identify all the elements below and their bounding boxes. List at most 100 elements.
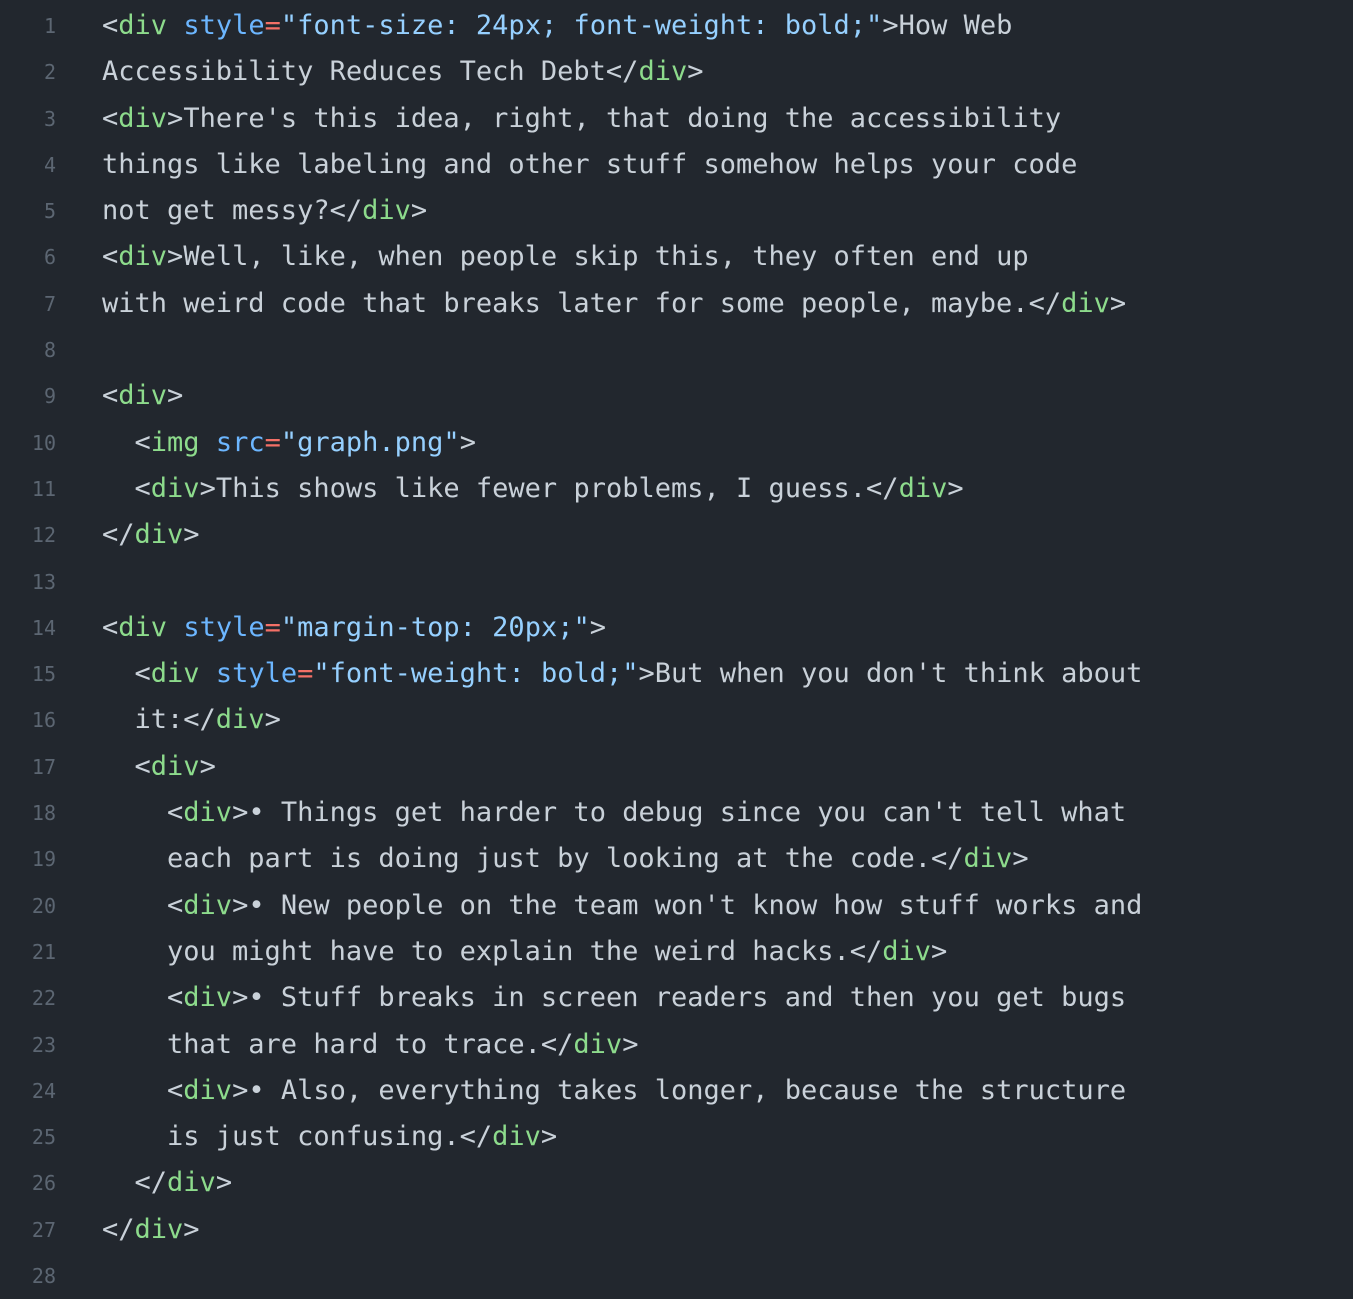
code-token: div [118,380,168,412]
code-line[interactable]: 23 that are hard to trace.</div> [0,1022,1353,1068]
code-token: > [215,1167,233,1199]
code-token: > [540,1121,558,1153]
code-token: < [102,750,151,782]
code-token: > [687,56,704,88]
code-token: < [102,1074,184,1106]
code-token: "margin-top: 20px;" [280,611,590,643]
code-editor[interactable]: 1 <div style="font-size: 24px; font-weigh… [0,0,1353,1297]
code-token: div [150,750,200,782]
line-code: <div>• Stuff breaks in screen readers an… [102,975,1126,1021]
code-token: </ [849,935,883,967]
code-token: > [232,797,249,829]
code-token: div [492,1121,541,1153]
code-token: Well, like, when people skip this, they … [183,241,1029,273]
code-line[interactable]: 11 <div>This shows like fewer problems, … [0,466,1353,512]
code-token: div [134,519,184,551]
line-number: 12 [31,523,56,548]
code-line[interactable]: 21 you might have to explain the weird h… [0,929,1353,975]
line-code: <div>• New people on the team won't know… [102,883,1142,929]
code-token: div [150,472,200,504]
line-number: 22 [31,986,56,1011]
code-token: >How Web [882,10,1013,41]
code-token: div [1061,287,1110,319]
code-line[interactable]: 3 <div>There's this idea, right, that doi… [0,96,1353,142]
code-token: Accessibility Reduces Tech Debt [102,56,606,88]
code-token: < [102,102,119,134]
code-token: > [183,519,200,551]
line-code: <div style="margin-top: 20px;"> [102,605,606,651]
code-token: div [638,56,688,88]
code-token: div [882,935,932,967]
code-token: "font-weight: bold;" [313,658,639,690]
code-line[interactable]: 15 <div style="font-weight: bold;">But w… [0,651,1353,697]
code-line[interactable]: 5 not get messy?</div> [0,188,1353,234]
code-token: > [410,195,428,227]
code-token: div [963,843,1013,875]
code-line[interactable]: 24 <div>• Also, everything takes longer,… [0,1068,1353,1114]
code-token: > [589,611,606,643]
code-line[interactable]: 19 each part is doing just by looking at… [0,836,1353,882]
code-token: < [102,889,184,921]
code-line[interactable]: 7 with weird code that breaks later for s… [0,281,1353,327]
code-token: div [183,889,233,921]
line-code: <div> [102,744,216,790]
line-code: is just confusing.</div> [102,1114,557,1160]
line-number: 27 [31,1217,56,1242]
code-line[interactable]: 2 Accessibility Reduces Tech Debt</div> [0,49,1353,95]
code-line[interactable]: 9 <div> [0,373,1353,419]
line-number: 20 [31,893,56,918]
code-line[interactable]: 8 [0,327,1353,373]
code-token: src [215,426,265,458]
code-token: </ [540,1028,574,1060]
line-code: with weird code that breaks later for so… [102,281,1126,327]
line-code: <div>There's this idea, right, that doin… [102,96,1061,142]
code-line[interactable]: 4 things like labeling and other stuff so… [0,142,1353,188]
code-token: > [232,982,249,1014]
line-number: 9 [43,384,56,409]
code-line[interactable]: 10 <img src="graph.png"> [0,420,1353,466]
code-token: div [183,1074,233,1106]
code-token: div [183,797,233,829]
line-code: </div> [102,1160,233,1206]
code-line[interactable]: 27 </div> [0,1207,1353,1253]
code-line[interactable]: 1 <div style="font-size: 24px; font-weigh… [0,3,1353,49]
code-token: div [118,10,168,41]
line-number: 18 [31,801,56,826]
code-line[interactable]: 14 <div style="margin-top: 20px;"> [0,605,1353,651]
line-number: 5 [43,199,56,224]
code-token: < [102,658,151,690]
code-line[interactable]: 17 <div> [0,744,1353,790]
code-line[interactable]: 13 [0,559,1353,605]
line-code: that are hard to trace.</div> [102,1022,638,1068]
code-token: div [150,658,200,690]
line-number: 19 [31,847,56,872]
code-line[interactable]: 6 <div>Well, like, when people skip this,… [0,234,1353,280]
code-line[interactable]: 26 </div> [0,1160,1353,1206]
line-number: 2 [43,60,56,85]
code-token: "font-size: 24px; font-weight: bold;" [280,10,883,41]
code-token: it: [102,704,184,736]
line-number: 8 [43,338,56,363]
code-token: with weird code that breaks later for so… [102,287,1029,319]
code-token: things like labeling and other stuff som… [102,148,1078,180]
line-number: 3 [43,106,56,131]
line-code: <img src="graph.png"> [102,420,476,466]
code-token: "graph.png" [280,426,460,458]
code-line[interactable]: 28 [0,1253,1353,1299]
code-line[interactable]: 20 <div>• New people on the team won't k… [0,883,1353,929]
code-line[interactable]: 16 it:</div> [0,697,1353,743]
code-token: div [118,102,168,134]
code-token: </ [459,1121,493,1153]
line-number: 16 [31,708,56,733]
code-token: </ [931,843,964,875]
code-token: not get messy? [102,195,330,227]
line-code: each part is doing just by looking at th… [102,836,1029,882]
code-token: </ [183,704,216,736]
code-line[interactable]: 25 is just confusing.</div> [0,1114,1353,1160]
code-line[interactable]: 12 </div> [0,512,1353,558]
line-number: 7 [43,291,56,316]
code-line[interactable]: 18 <div>• Things get harder to debug sin… [0,790,1353,836]
code-line[interactable]: 22 <div>• Stuff breaks in screen readers… [0,975,1353,1021]
line-code: </div> [102,512,200,558]
